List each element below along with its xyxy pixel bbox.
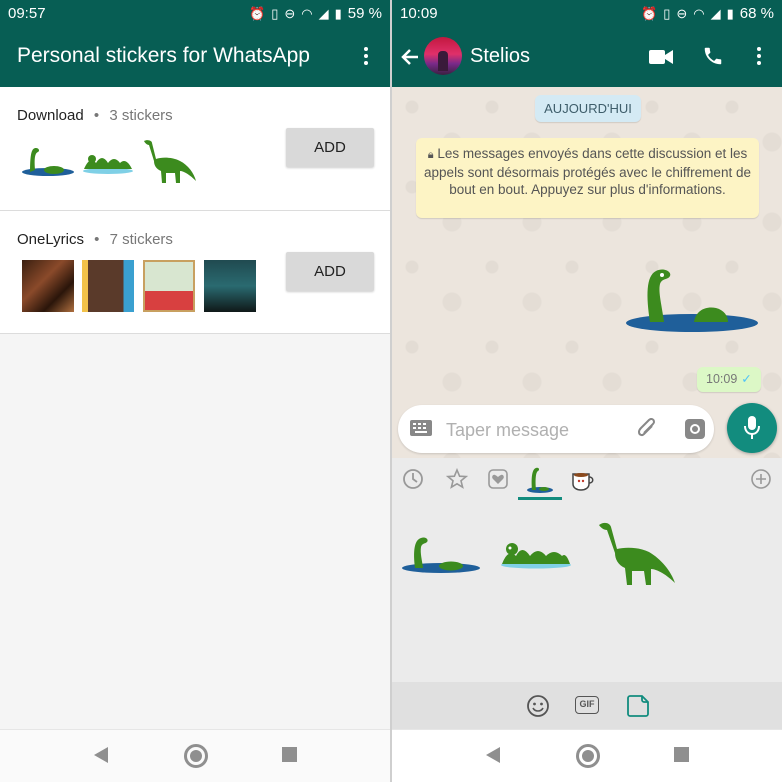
wifi-icon: ◠ [693,5,705,21]
add-icon[interactable] [750,468,772,490]
status-time: 10:09 [400,5,438,22]
pack-count: 7 stickers [109,231,173,248]
home-nav-icon[interactable] [576,744,600,768]
delivered-check-icon: ✓ [741,372,752,386]
star-icon[interactable] [446,468,468,490]
phone-icon[interactable] [702,45,724,67]
sticker-pack-onelyrics[interactable]: OneLyrics • 7 stickers ADD [0,211,390,334]
message-input-bar [398,405,714,453]
mic-icon [744,416,760,439]
gif-icon[interactable]: GIF [575,696,599,714]
keyboard-icon[interactable] [410,420,432,438]
message-input[interactable] [444,417,638,443]
alarm-icon: ⏰ [249,5,266,21]
recents-nav-icon[interactable] [282,747,297,762]
nessie-pack-tab-icon[interactable] [526,464,554,494]
sticker-serpent-thumb [83,155,133,174]
pack-separator: • [93,107,100,124]
battery-level: 68 % [739,5,774,22]
message-time: 10:09 [706,372,738,386]
nav-bar [0,729,390,782]
pack-title: OneLyrics • 7 stickers [17,231,173,248]
signal-icon: ◢ [318,5,329,21]
sticker-photo-thumb [22,260,74,312]
back-nav-icon[interactable] [94,747,108,763]
sticker-pack-download[interactable]: Download • 3 stickers ADD [0,87,390,211]
coffee-pack-tab-icon[interactable] [569,468,597,492]
pack-title: Download • 3 stickers [17,107,173,124]
status-icons: ⏰ ▯ ⊖ ◠ ◢ ▮ 68 % [641,5,774,22]
add-pack-button[interactable]: ADD [286,128,374,167]
recent-icon[interactable] [402,468,424,490]
battery-level: 59 % [347,5,382,22]
lock-icon: 🔒︎ [427,149,434,161]
encryption-text: Les messages envoyés dans cette discussi… [424,146,751,197]
status-icons: ⏰ ▯ ⊖ ◠ ◢ ▮ 59 % [249,5,382,22]
battery-icon: ▮ [726,5,734,21]
encryption-notice[interactable]: 🔒︎ Les messages envoyés dans cette discu… [416,138,759,218]
video-call-icon[interactable] [649,48,673,66]
app-title: Personal stickers for WhatsApp [17,44,310,67]
back-nav-icon[interactable] [486,747,500,763]
alarm-icon: ⏰ [641,5,658,21]
contact-name[interactable]: Stelios [470,45,530,68]
sticker-dinosaur[interactable] [595,519,677,587]
sticker-photo-thumb [143,260,195,312]
emoji-icon[interactable] [526,694,550,718]
sticker-grid [392,500,782,682]
pack-name: OneLyrics [17,231,84,248]
heart-icon[interactable] [488,469,508,489]
attach-icon[interactable] [636,418,658,442]
wifi-icon: ◠ [301,5,313,21]
mic-button[interactable] [727,403,777,453]
sticker-photo-thumb [204,260,256,312]
status-bar: 09:57 ⏰ ▯ ⊖ ◠ ◢ ▮ 59 % [0,0,390,28]
camera-icon[interactable] [684,418,706,440]
app-bar: Personal stickers for WhatsApp [0,28,390,87]
sticker-dinosaur-thumb [144,140,196,183]
sticker-tab-bar [392,458,782,500]
chat-header: Stelios [392,28,782,87]
sticker-icon[interactable] [626,694,650,718]
vibrate-icon: ▯ [663,5,671,21]
avatar[interactable] [424,37,462,75]
sent-sticker-nessie[interactable] [624,266,760,336]
signal-icon: ◢ [710,5,721,21]
add-pack-button[interactable]: ADD [286,252,374,291]
sticker-nessie-thumb [22,148,74,176]
date-divider: AUJOURD'HUI [535,95,641,122]
more-options-icon[interactable] [757,47,761,65]
pack-name: Download [17,107,84,124]
status-time: 09:57 [8,5,46,22]
status-bar: 10:09 ⏰ ▯ ⊖ ◠ ◢ ▮ 68 % [392,0,782,28]
dnd-icon: ⊖ [676,5,688,21]
back-arrow-icon[interactable] [400,47,420,67]
sent-time-bubble: 10:09 ✓ [697,367,761,392]
whatsapp-chat-screen: 10:09 ⏰ ▯ ⊖ ◠ ◢ ▮ 68 % Stelios AUJOURD'H… [392,0,782,782]
nav-bar [392,729,782,782]
battery-icon: ▮ [334,5,342,21]
pack-count: 3 stickers [109,107,173,124]
sticker-serpent[interactable] [500,540,572,570]
home-nav-icon[interactable] [184,744,208,768]
emoji-gif-sticker-tabs: GIF [392,682,782,730]
sticker-nessie[interactable] [401,534,481,574]
sticker-photo-thumb [82,260,134,312]
dnd-icon: ⊖ [284,5,296,21]
sticker-app-screen: 09:57 ⏰ ▯ ⊖ ◠ ◢ ▮ 59 % Personal stickers… [0,0,390,782]
recents-nav-icon[interactable] [674,747,689,762]
more-options-icon[interactable] [364,47,368,65]
vibrate-icon: ▯ [271,5,279,21]
pack-separator: • [94,231,100,248]
